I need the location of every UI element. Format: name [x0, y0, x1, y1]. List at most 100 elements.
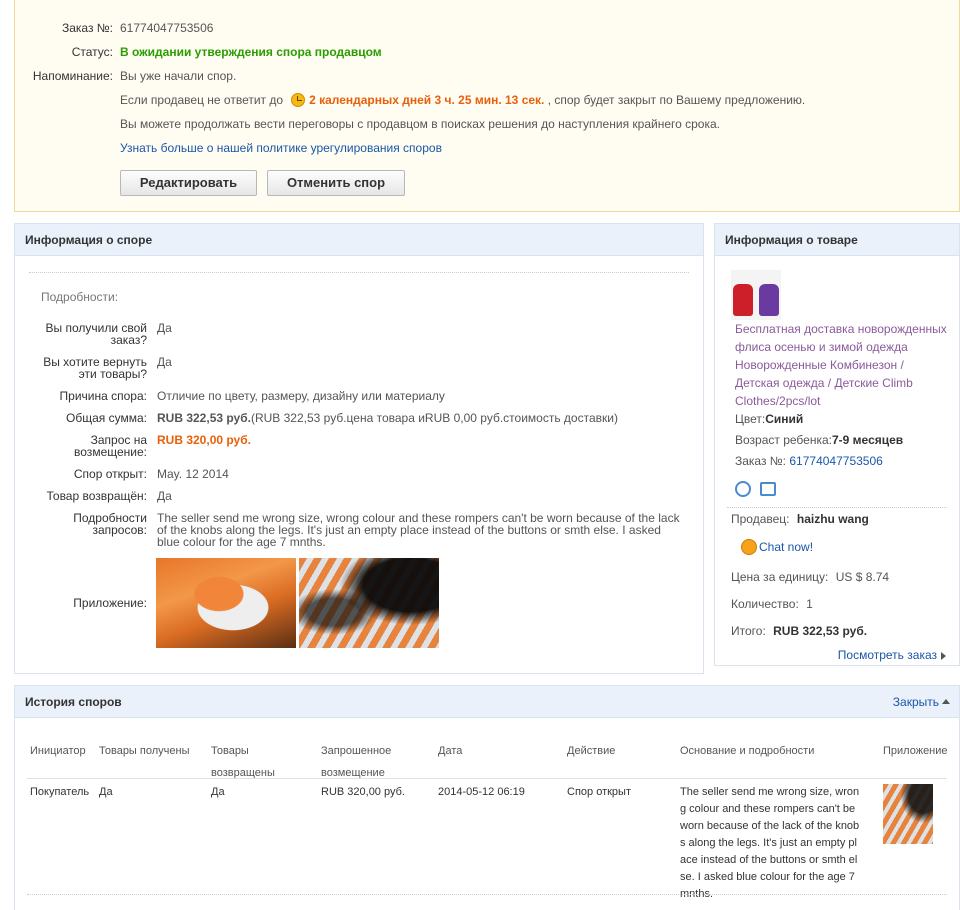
- received-value: Да: [157, 321, 172, 335]
- romper-red-image: [733, 284, 753, 316]
- unit-price-value: US $ 8.74: [835, 570, 890, 584]
- request-details: The seller send me wrong size, wrong col…: [157, 512, 680, 548]
- col-initiator: Инициатор: [30, 745, 86, 757]
- product-thumbnail[interactable]: [731, 270, 781, 320]
- dispute-info-panel: Информация о споре Подробности: Вы получ…: [14, 223, 704, 674]
- product-total-label: Итого:: [731, 624, 766, 638]
- row-attachment-thumbnail[interactable]: [883, 784, 933, 844]
- clock-icon: [291, 93, 306, 107]
- color-label: Цвет:: [735, 412, 766, 426]
- product-name-line: Детская одежда / Детские Climb: [735, 376, 913, 390]
- col-attachment: Приложение: [883, 745, 948, 757]
- reason-value: Отличие по цвету, размеру, дизайну или м…: [157, 389, 445, 403]
- row-reason-line: The seller send me wrong size, wron: [680, 786, 860, 798]
- product-info-panel: Информация о товаре Бесплатная доставка …: [714, 223, 960, 666]
- table-header-divider: [27, 778, 947, 779]
- total-value-detail: (RUB 322,53 руб.цена товара иRUB 0,00 ру…: [250, 411, 618, 425]
- received-label-line2: заказ?: [110, 333, 147, 347]
- col-action: Действие: [567, 745, 616, 757]
- attachment-label: Приложение:: [73, 596, 147, 610]
- product-name-line: Бесплатная доставка новорожденных: [735, 322, 947, 336]
- policy-link[interactable]: Узнать больше о нашей политике урегулиро…: [120, 140, 442, 156]
- row-reason-line: se. I asked blue colour for the age 7: [680, 871, 855, 883]
- received-label: Вы получили свой заказ?: [15, 322, 147, 346]
- product-order-row: Заказ №: 61774047753506: [735, 452, 883, 470]
- refund-label-line2: возмещение:: [74, 445, 147, 459]
- reason-label: Причина спора:: [59, 389, 147, 403]
- col-returned-line1: Товары: [211, 745, 249, 757]
- seller-name[interactable]: haizhu wang: [797, 512, 869, 526]
- request-label-line2: запросов:: [92, 523, 147, 537]
- product-name-line: Clothes/2pcs/lot: [735, 394, 821, 408]
- returned-value: Да: [157, 489, 172, 503]
- age-row: Возраст ребенка:7-9 месяцев: [735, 431, 903, 449]
- product-name-line: флиса осенью и зимой одежда: [735, 340, 908, 354]
- dispute-info-title: Информация о споре: [25, 233, 153, 247]
- return-value: Да: [157, 355, 172, 369]
- row-returned: Да: [211, 786, 225, 798]
- product-order-label: Заказ №:: [735, 454, 787, 468]
- row-received: Да: [99, 786, 113, 798]
- product-order-link[interactable]: 61774047753506: [789, 454, 882, 468]
- row-reason: The seller send me wrong size, wron g co…: [680, 784, 859, 903]
- return-label: Вы хотите вернуть эти товары?: [15, 356, 147, 380]
- reminder-text: Вы уже начали спор.: [120, 69, 237, 83]
- details-heading: Подробности:: [41, 290, 119, 304]
- product-info-header: Информация о товаре: [715, 224, 959, 256]
- refund-value: RUB 320,00 руб.: [157, 433, 251, 447]
- refund-label: Запрос на возмещение:: [15, 434, 147, 458]
- reminder-label: Напоминание:: [32, 69, 113, 83]
- chat-now-link[interactable]: Chat now!: [759, 540, 813, 554]
- chat-icon[interactable]: [741, 539, 757, 555]
- opened-label: Спор открыт:: [73, 467, 147, 481]
- arrow-right-icon: [941, 652, 946, 660]
- row-initiator: Покупатель: [30, 786, 90, 798]
- seller-label: Продавец:: [731, 512, 790, 526]
- color-value: Синий: [765, 412, 804, 426]
- seller-row: Продавец: haizhu wang: [731, 510, 869, 528]
- row-reason-line: g colour and these rompers can't be: [680, 803, 856, 815]
- product-name-line: Новорожденные Комбинезон /: [735, 358, 904, 372]
- attachment-photo-2[interactable]: [299, 558, 439, 648]
- return-label-line2: эти товары?: [78, 367, 147, 381]
- divider: [29, 272, 689, 273]
- close-history-link[interactable]: Закрыть: [893, 695, 939, 709]
- deadline-text: Если продавец не ответит до 2 календарных…: [120, 92, 805, 108]
- attachment-photo-1[interactable]: [156, 558, 296, 648]
- deadline-countdown: 2 календарных дней 3 ч. 25 мин. 13 сек.: [309, 93, 545, 107]
- row-requested: RUB 320,00 руб.: [321, 786, 405, 798]
- romper-purple-image: [759, 284, 779, 316]
- product-info-title: Информация о товаре: [725, 233, 858, 247]
- request-line: blue colour for the age 7 mnths.: [157, 535, 326, 549]
- color-row: Цвет:Синий: [735, 410, 803, 428]
- col-reason: Основание и подробности: [680, 745, 815, 757]
- product-name-link[interactable]: Бесплатная доставка новорожденных флиса …: [735, 320, 947, 410]
- status-value: В ожидании утверждения спора продавцом: [120, 45, 382, 59]
- order-number-value: 61774047753506: [120, 21, 214, 35]
- total-value-amount: RUB 322,53 руб.: [157, 411, 251, 425]
- table-row-divider: [27, 894, 947, 895]
- col-requested-line2: возмещение: [321, 767, 385, 779]
- dispute-history-header: История споров Закрыть: [15, 686, 959, 718]
- total-label: Общая сумма:: [66, 411, 147, 425]
- col-date: Дата: [438, 745, 463, 757]
- row-reason-line: worn because of the lack of the knob: [680, 820, 860, 832]
- status-label: Статус:: [71, 45, 113, 59]
- cancel-dispute-button[interactable]: Отменить спор: [267, 170, 405, 196]
- row-action: Спор открыт: [567, 786, 631, 798]
- alarm-icon[interactable]: [735, 481, 751, 497]
- chevron-up-icon: [942, 699, 950, 704]
- edit-dispute-button[interactable]: Редактировать: [120, 170, 257, 196]
- returned-label: Товар возвращён:: [46, 489, 148, 503]
- order-number-label: Заказ №:: [61, 21, 113, 35]
- product-total-value: RUB 322,53 руб.: [773, 624, 868, 638]
- calendar-icon[interactable]: [760, 482, 776, 496]
- unit-price-label: Цена за единицу:: [731, 570, 829, 584]
- view-order-link[interactable]: Посмотреть заказ: [838, 648, 937, 662]
- request-label: Подробности запросов:: [15, 512, 147, 536]
- negotiate-text: Вы можете продолжать вести переговоры с …: [120, 117, 720, 131]
- row-reason-line: s along the legs. It's just an empty pl: [680, 837, 857, 849]
- dispute-history-title: История споров: [25, 695, 122, 709]
- unit-price-row: Цена за единицу: US $ 8.74: [731, 568, 889, 586]
- quantity-value: 1: [806, 597, 813, 611]
